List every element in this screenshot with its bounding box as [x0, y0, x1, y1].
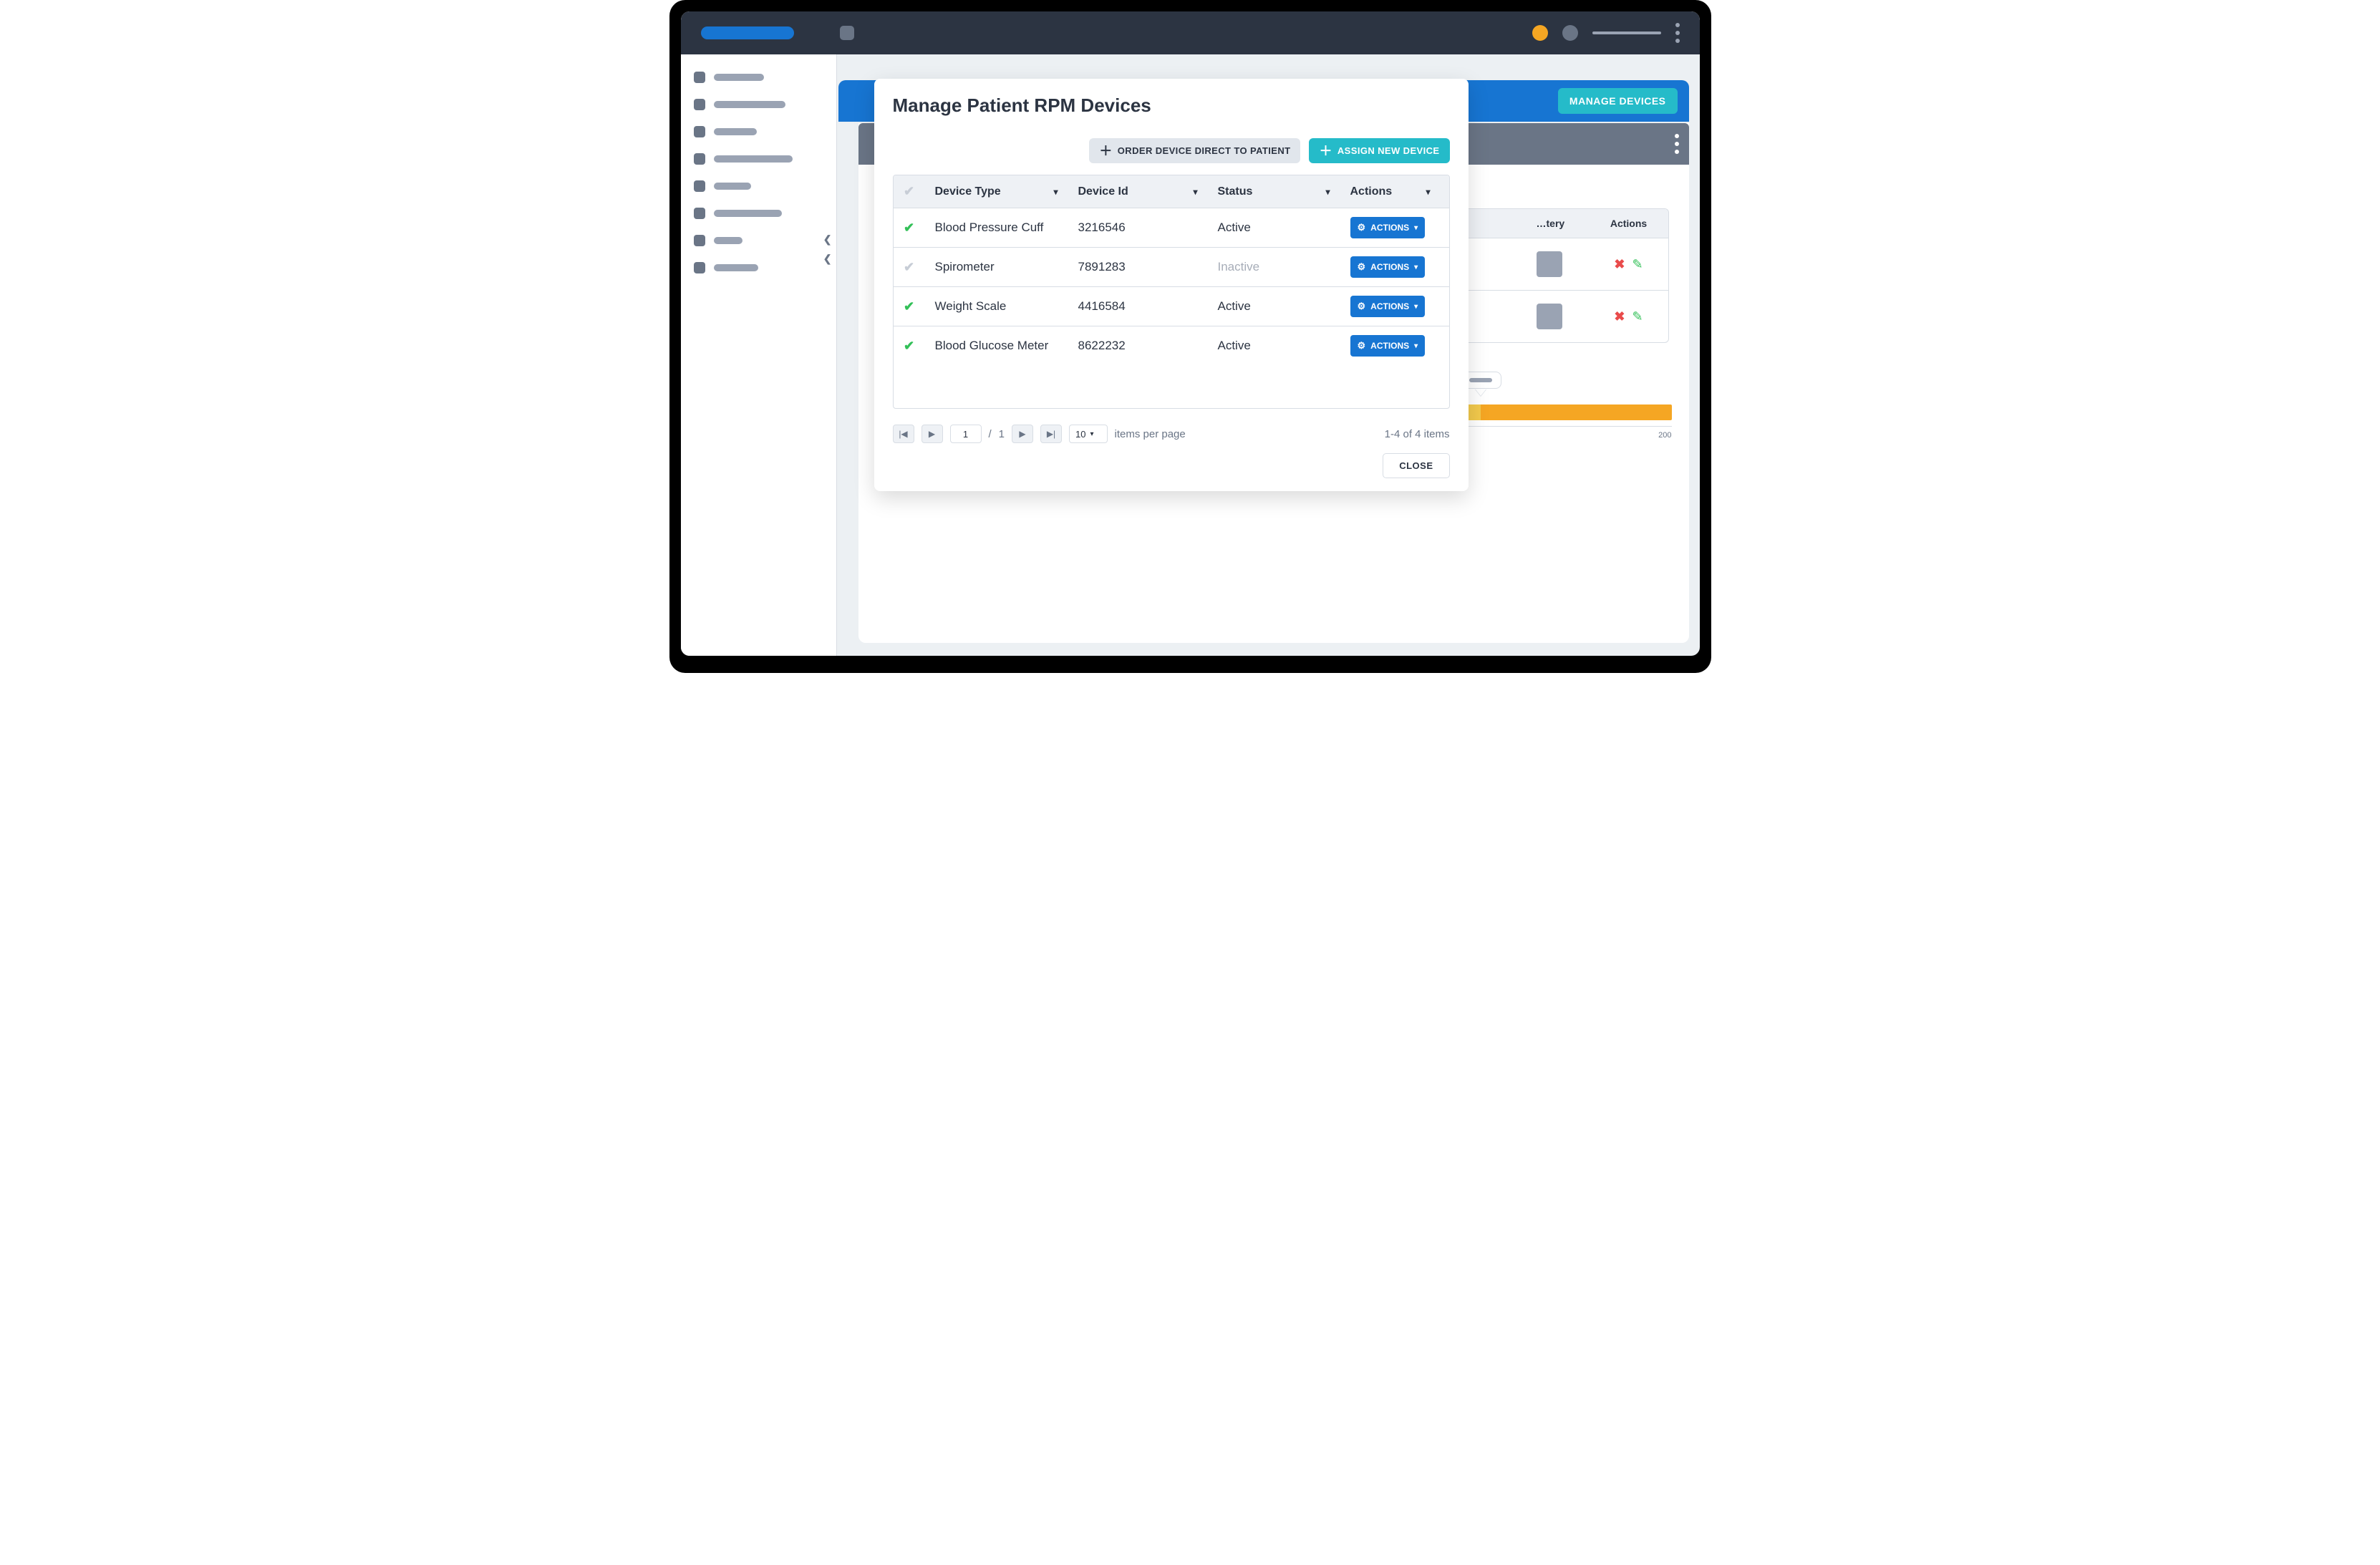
device-row: ✔ Spirometer 7891283 Inactive ⚙ACTIONS▾ [894, 247, 1449, 286]
page-sep: / [989, 428, 992, 440]
assign-device-button[interactable]: ＋ ASSIGN NEW DEVICE [1309, 138, 1449, 163]
edit-icon[interactable]: ✎ [1632, 309, 1643, 324]
col-device-type[interactable]: Device Type [935, 185, 1001, 198]
bg-col-actions: Actions [1590, 209, 1668, 238]
devices-table: ✔ Device Type ▾ Device Id ▾ Status ▾ Action… [893, 175, 1450, 409]
topbar-slider[interactable] [1592, 32, 1661, 34]
order-device-button[interactable]: ＋ ORDER DEVICE DIRECT TO PATIENT [1089, 138, 1300, 163]
per-page-label: items per page [1115, 428, 1186, 440]
manage-devices-button[interactable]: MANAGE DEVICES [1558, 88, 1678, 114]
chevron-down-icon: ▾ [1414, 224, 1418, 232]
sidebar-collapse-icon[interactable]: ❮ [823, 233, 832, 246]
check-icon: ✔ [904, 299, 914, 314]
notification-dot-orange-icon[interactable] [1532, 25, 1548, 41]
page-total: 1 [999, 428, 1005, 440]
manage-devices-modal: Manage Patient RPM Devices ＋ ORDER DEVIC… [874, 79, 1469, 491]
axis-max: 200 [1658, 431, 1671, 440]
chevron-down-icon[interactable]: ▾ [1325, 187, 1330, 197]
sidebar-item-0[interactable] [694, 72, 823, 83]
brand-logo [701, 26, 794, 39]
device-row: ✔ Blood Glucose Meter 8622232 Active ⚙AC… [894, 326, 1449, 365]
kebab-menu-icon[interactable] [1675, 23, 1680, 43]
sidebar: ❮ ❮ [681, 54, 837, 656]
col-actions: Actions [1350, 185, 1393, 198]
pager: |◀ ▶ / 1 ▶ ▶| 10▾ items per page 1-4 of … [893, 425, 1450, 443]
device-row: ✔ Blood Pressure Cuff 3216546 Active ⚙AC… [894, 208, 1449, 247]
page-prev-button[interactable]: ▶ [921, 425, 943, 443]
chevron-down-icon[interactable]: ▾ [1053, 187, 1058, 197]
sidebar-item-1[interactable] [694, 99, 823, 110]
modal-title: Manage Patient RPM Devices [893, 95, 1450, 117]
page-next-button[interactable]: ▶ [1012, 425, 1033, 443]
chevron-down-icon[interactable]: ▾ [1426, 187, 1430, 197]
page-input[interactable] [950, 425, 982, 443]
sidebar-item-5[interactable] [694, 208, 823, 219]
sidebar-item-7[interactable] [694, 262, 823, 273]
check-icon: ✔ [904, 221, 914, 236]
chevron-down-icon: ▾ [1414, 263, 1418, 271]
device-row: ✔ Weight Scale 4416584 Active ⚙ACTIONS▾ [894, 286, 1449, 326]
edit-icon[interactable]: ✎ [1632, 257, 1643, 272]
chevron-down-icon: ▾ [1414, 342, 1418, 350]
bg-col-battery: …tery [1525, 209, 1590, 238]
pager-summary: 1-4 of 4 items [1385, 428, 1450, 440]
page-last-button[interactable]: ▶| [1040, 425, 1062, 443]
row-actions-button[interactable]: ⚙ACTIONS▾ [1350, 256, 1426, 278]
sidebar-collapse-icon-2[interactable]: ❮ [823, 253, 832, 265]
gear-icon: ⚙ [1358, 301, 1366, 312]
delete-icon[interactable]: ✖ [1614, 257, 1625, 272]
page-first-button[interactable]: |◀ [893, 425, 914, 443]
topbar-square-icon[interactable] [840, 26, 854, 40]
gear-icon: ⚙ [1358, 222, 1366, 233]
sidebar-item-3[interactable] [694, 153, 823, 165]
close-button[interactable]: CLOSE [1383, 453, 1449, 478]
gear-icon: ⚙ [1358, 261, 1366, 273]
topbar [681, 11, 1700, 54]
row-actions-button[interactable]: ⚙ACTIONS▾ [1350, 296, 1426, 317]
gear-icon: ⚙ [1358, 340, 1366, 352]
select-all-check-icon[interactable]: ✔ [904, 184, 914, 199]
per-page-select[interactable]: 10▾ [1069, 425, 1108, 443]
check-icon: ✔ [904, 260, 914, 275]
row-actions-button[interactable]: ⚙ACTIONS▾ [1350, 335, 1426, 357]
sidebar-item-6[interactable] [694, 235, 823, 246]
col-device-id[interactable]: Device Id [1078, 185, 1128, 198]
avatar-dot-icon[interactable] [1562, 25, 1578, 41]
check-icon: ✔ [904, 339, 914, 354]
delete-icon[interactable]: ✖ [1614, 309, 1625, 324]
sidebar-item-2[interactable] [694, 126, 823, 137]
chevron-down-icon[interactable]: ▾ [1193, 187, 1197, 197]
panel-kebab-icon[interactable] [1675, 134, 1679, 154]
chevron-down-icon: ▾ [1414, 303, 1418, 311]
col-status[interactable]: Status [1218, 185, 1253, 198]
sidebar-item-4[interactable] [694, 180, 823, 192]
row-actions-button[interactable]: ⚙ACTIONS▾ [1350, 217, 1426, 238]
